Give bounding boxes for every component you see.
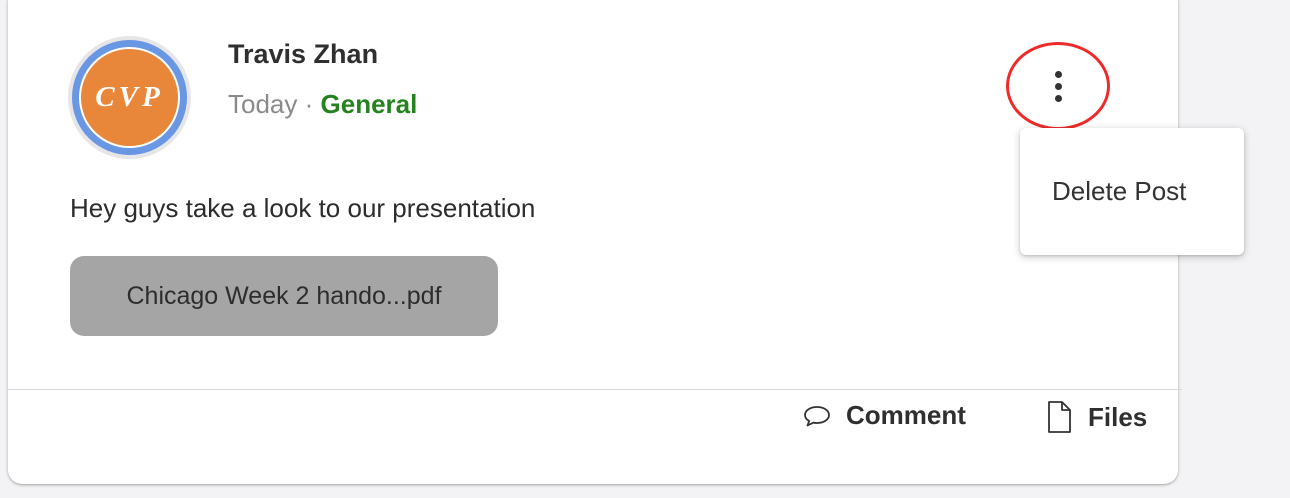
divider: [8, 389, 1182, 390]
post-body: Hey guys take a look to our presentation: [70, 193, 536, 223]
meta-separator: ·: [304, 89, 314, 119]
attachment-filename: Chicago Week 2 hando...pdf: [126, 281, 442, 310]
avatar[interactable]: CVP: [68, 36, 191, 159]
author-name[interactable]: Travis Zhan: [228, 39, 378, 70]
post-options-menu: Delete Post: [1020, 128, 1244, 255]
speech-bubble-icon: [802, 403, 832, 429]
more-options-button[interactable]: [1006, 42, 1110, 130]
delete-post-item[interactable]: Delete Post: [1052, 176, 1186, 207]
post-time: Today: [228, 89, 298, 119]
post-card: CVP Travis Zhan Today · General Hey guys…: [8, 0, 1178, 484]
attachment-chip[interactable]: Chicago Week 2 hando...pdf: [70, 256, 498, 336]
avatar-ring: CVP: [72, 40, 187, 155]
comment-button[interactable]: Comment: [802, 400, 966, 431]
files-label: Files: [1088, 401, 1148, 432]
avatar-initials: CVP: [79, 47, 180, 148]
channel-link[interactable]: General: [321, 89, 418, 119]
files-button[interactable]: Files: [1044, 400, 1147, 434]
post-meta: Today · General: [228, 89, 417, 120]
document-icon: [1044, 400, 1074, 434]
highlight-annotation: [1006, 42, 1110, 130]
comment-label: Comment: [846, 400, 966, 430]
